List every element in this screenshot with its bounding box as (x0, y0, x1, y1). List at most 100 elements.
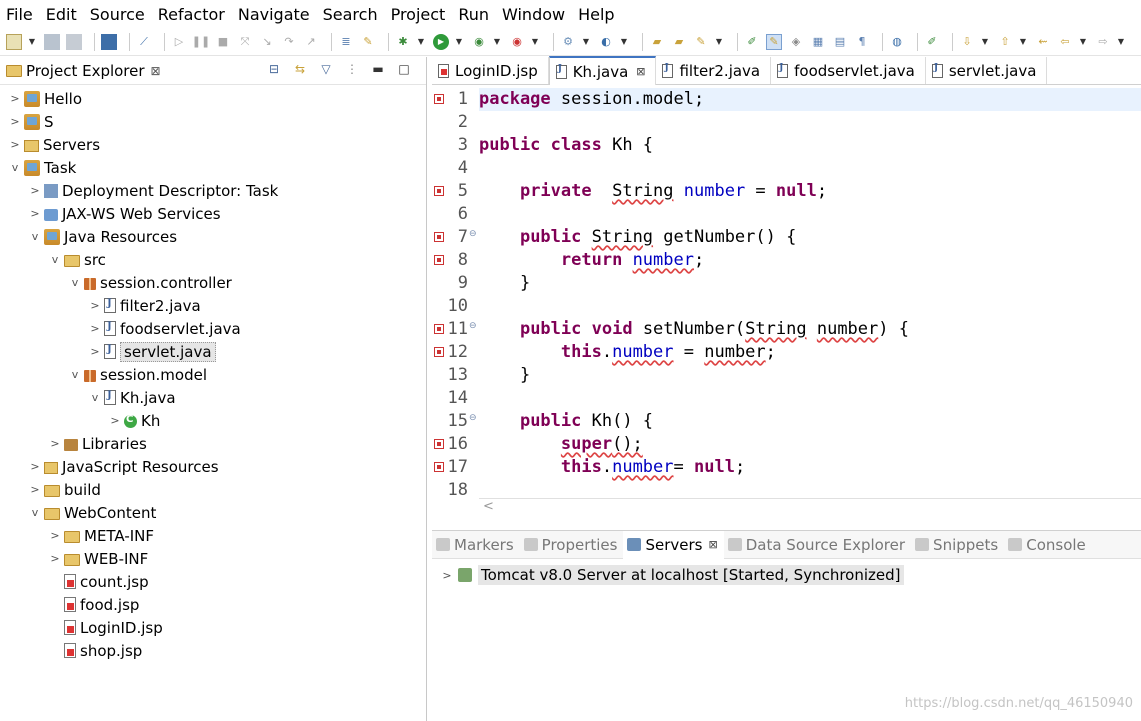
error-marker-icon[interactable] (434, 324, 444, 334)
tree-item[interactable]: > WEB-INF (48, 547, 148, 570)
task-icon[interactable]: ✎ (360, 34, 376, 50)
chevron-down-icon[interactable]: v (28, 506, 42, 519)
code-line[interactable]: public String getNumber() { (479, 226, 796, 249)
new-server-dropdown-icon[interactable]: ▼ (582, 34, 590, 50)
collapse-all-icon[interactable]: ⊟ (266, 61, 282, 77)
menu-help[interactable]: Help (578, 5, 614, 24)
block-selection-icon[interactable]: ▦ (810, 34, 826, 50)
terminal-icon[interactable] (101, 33, 117, 50)
fold-toggle-icon[interactable]: ⊖ (469, 229, 477, 239)
chevron-right-icon[interactable]: > (88, 299, 102, 312)
tree-item[interactable]: v session.model (68, 363, 207, 386)
error-marker-icon[interactable] (434, 255, 444, 265)
tree-item[interactable]: v Java Resources (28, 225, 177, 248)
code-line[interactable]: } (479, 364, 530, 387)
open-folder-icon[interactable]: ▰ (671, 34, 687, 50)
disconnect-icon[interactable]: ⤧ (237, 34, 253, 50)
tree-item[interactable]: > build (28, 478, 101, 501)
menu-search[interactable]: Search (323, 5, 378, 24)
step-into-icon[interactable]: ↘ (259, 34, 275, 50)
previous-annotation-dropdown-icon[interactable]: ▼ (1019, 34, 1027, 50)
code-line[interactable]: } (479, 272, 530, 295)
external-tools-dropdown-icon[interactable]: ▼ (531, 34, 539, 50)
debug-dropdown-icon[interactable]: ▼ (417, 34, 425, 50)
tree-item[interactable]: v WebContent (28, 501, 157, 524)
web-browser-icon[interactable]: ◍ (889, 34, 905, 50)
menu-navigate[interactable]: Navigate (238, 5, 310, 24)
error-marker-icon[interactable] (434, 462, 444, 472)
tree-item[interactable]: > JavaScript Resources (28, 455, 218, 478)
code-line[interactable]: private String number = null; (479, 180, 827, 203)
bottom-tab[interactable]: Properties (520, 536, 624, 554)
link-with-editor-icon[interactable]: ⇆ (292, 61, 308, 77)
error-marker-icon[interactable] (434, 347, 444, 357)
chevron-right-icon[interactable]: > (28, 460, 42, 473)
tree-item[interactable]: > servlet.java (88, 340, 216, 363)
tree-item[interactable]: LoginID.jsp (48, 616, 163, 639)
external-tools-icon[interactable]: ◉ (509, 34, 525, 50)
pin-icon[interactable]: ✐ (924, 34, 940, 50)
show-whitespace-icon[interactable]: ¶ (854, 34, 870, 50)
back-dropdown-icon[interactable]: ▼ (1079, 34, 1087, 50)
coverage-dropdown-icon[interactable]: ▼ (493, 34, 501, 50)
bottom-tab[interactable]: Console (1004, 536, 1092, 554)
chevron-right-icon[interactable]: > (48, 552, 62, 565)
chevron-right-icon[interactable]: > (28, 184, 42, 197)
tree-item[interactable]: > Kh (108, 409, 160, 432)
new-class-dropdown-icon[interactable]: ▼ (620, 34, 628, 50)
editor-tab[interactable]: LoginID.jsp (432, 57, 549, 84)
chevron-right-icon[interactable]: > (8, 115, 22, 128)
tree-item[interactable]: > Hello (8, 87, 82, 110)
expand-twisty-icon[interactable]: > (440, 569, 454, 582)
format-icon[interactable]: ≣ (338, 34, 354, 50)
maximize-icon[interactable]: □ (396, 61, 412, 77)
last-edit-location-icon[interactable]: ⇜ (1035, 34, 1051, 50)
error-marker-icon[interactable] (434, 439, 444, 449)
project-explorer-title[interactable]: Project Explorer (26, 62, 145, 80)
new-class-icon[interactable]: ◐ (598, 34, 614, 50)
save-icon[interactable] (44, 33, 60, 50)
menu-project[interactable]: Project (391, 5, 446, 24)
chevron-right-icon[interactable]: > (8, 92, 22, 105)
tree-item[interactable]: > filter2.java (88, 294, 200, 317)
debug-icon[interactable]: ✱ (395, 34, 411, 50)
chevron-right-icon[interactable]: > (28, 207, 42, 220)
view-menu-icon[interactable]: ⋮ (344, 61, 360, 77)
skip-breakpoints-icon[interactable]: ⟋ (136, 34, 152, 50)
menu-edit[interactable]: Edit (46, 5, 77, 24)
code-line[interactable]: public class Kh { (479, 134, 653, 157)
bottom-tab[interactable]: Snippets (911, 536, 1004, 554)
tree-item[interactable]: > Servers (8, 133, 100, 156)
search-dropdown-icon[interactable]: ▼ (715, 34, 723, 50)
resume-icon[interactable]: ▷ (171, 34, 187, 50)
minimize-icon[interactable]: ▬ (370, 61, 386, 77)
new-server-icon[interactable]: ⚙ (560, 34, 576, 50)
filter-icon[interactable]: ▽ (318, 61, 334, 77)
save-all-icon[interactable] (66, 33, 82, 50)
forward-icon[interactable]: ⇨ (1095, 34, 1111, 50)
chevron-right-icon[interactable]: > (8, 138, 22, 151)
close-tab-icon[interactable]: ⊠ (636, 65, 645, 78)
error-marker-icon[interactable] (434, 94, 444, 104)
tree-item[interactable]: v session.controller (68, 271, 232, 294)
next-annotation-icon[interactable]: ⇩ (959, 34, 975, 50)
chevron-right-icon[interactable]: > (88, 322, 102, 335)
tree-item[interactable]: > Deployment Descriptor: Task (28, 179, 278, 202)
tree-item[interactable]: v src (48, 248, 106, 271)
fold-toggle-icon[interactable]: ⊖ (469, 413, 477, 423)
step-over-icon[interactable]: ↷ (281, 34, 297, 50)
code-line[interactable]: this.number = number; (479, 341, 776, 364)
close-tab-icon[interactable]: ⊠ (709, 538, 718, 551)
code-line[interactable]: package session.model; (479, 88, 704, 111)
editor-tab[interactable]: Kh.java ⊠ (548, 56, 657, 85)
suspend-icon[interactable]: ❚❚ (192, 34, 210, 50)
server-list-item[interactable]: > Tomcat v8.0 Server at localhost [Start… (440, 565, 904, 585)
horizontal-scrollbar[interactable]: < (479, 498, 1141, 516)
tree-item[interactable]: > S (8, 110, 53, 133)
chevron-right-icon[interactable]: > (48, 529, 62, 542)
chevron-down-icon[interactable]: v (48, 253, 62, 266)
terminate-icon[interactable]: ■ (215, 34, 231, 50)
chevron-right-icon[interactable]: > (48, 437, 62, 450)
menu-refactor[interactable]: Refactor (158, 5, 225, 24)
chevron-right-icon[interactable]: > (108, 414, 122, 427)
